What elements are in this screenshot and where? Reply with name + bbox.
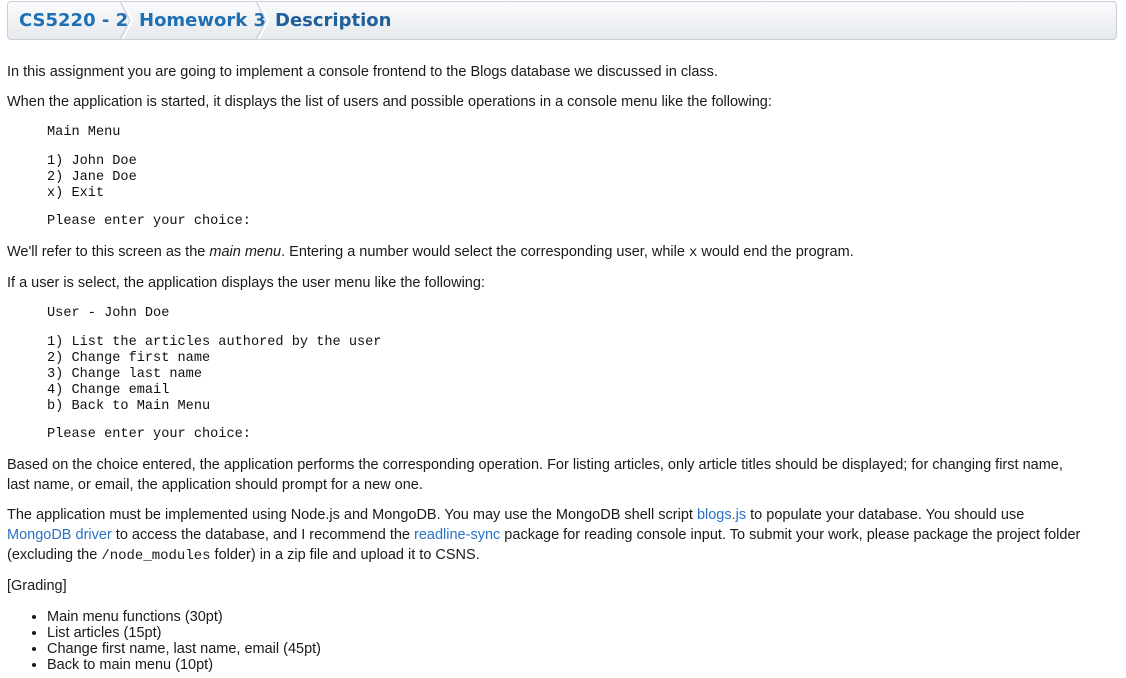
breadcrumb-current: Description [275, 10, 392, 31]
intro-paragraph: In this assignment you are going to impl… [7, 64, 718, 80]
user-menu-item: b) Back to Main Menu [47, 399, 211, 414]
refer-text: . Entering a number would select the cor… [281, 244, 689, 260]
implementation-paragraph: The application must be implemented usin… [7, 505, 1119, 566]
user-menu-item: 1) List the articles authored by the use… [47, 335, 382, 350]
breadcrumb-assignment-link[interactable]: Homework 3 [139, 2, 266, 39]
refer-text: We'll refer to this screen as the [7, 244, 210, 260]
readline-sync-link[interactable]: readline-sync [414, 527, 500, 543]
impl-text: to access the database, and I recommend … [111, 527, 415, 543]
implementation-line: MongoDB driver to access the database, a… [7, 525, 1119, 545]
implementation-line: The application must be implemented usin… [7, 505, 1119, 525]
user-menu-item: 4) Change email [47, 383, 170, 398]
user-select-paragraph: If a user is select, the application dis… [7, 275, 485, 291]
blogs-js-link[interactable]: blogs.js [697, 507, 746, 523]
breadcrumb-separator-icon [120, 2, 134, 39]
breadcrumb: CS5220 - 2 Homework 3 Description [7, 1, 1117, 40]
node-modules-code: /node_modules [101, 548, 211, 564]
refer-paragraph: We'll refer to this screen as the main m… [7, 242, 1119, 263]
started-paragraph: When the application is started, it disp… [7, 94, 772, 110]
main-menu-prompt: Please enter your choice: [47, 214, 251, 229]
grading-heading: [Grading] [7, 578, 67, 594]
user-menu-item: 3) Change last name [47, 367, 202, 382]
breadcrumb-separator-icon [256, 2, 270, 39]
grading-list: Main menu functions (30pt) List articles… [27, 609, 321, 673]
impl-text: folder) in a zip file and upload it to C… [210, 547, 480, 563]
implementation-line: (excluding the /node_modules folder) in … [7, 545, 1119, 566]
mongodb-driver-link[interactable]: MongoDB driver [7, 527, 112, 543]
main-menu-item: 1) John Doe [47, 154, 137, 169]
grading-item: Main menu functions (30pt) [47, 609, 321, 625]
grading-item: List articles (15pt) [47, 625, 321, 641]
user-menu-item: 2) Change first name [47, 351, 211, 366]
breadcrumb-course-link[interactable]: CS5220 - 2 [19, 2, 128, 39]
operations-line: last name, or email, the application sho… [7, 477, 423, 493]
grading-item: Back to main menu (10pt) [47, 657, 321, 673]
refer-text: would end the program. [697, 244, 854, 260]
grading-item: Change first name, last name, email (45p… [47, 641, 321, 657]
user-menu-title: User - John Doe [47, 306, 170, 321]
main-menu-title: Main Menu [47, 125, 121, 140]
impl-text: The application must be implemented usin… [7, 507, 697, 523]
operations-line: Based on the choice entered, the applica… [7, 457, 1063, 473]
impl-text: (excluding the [7, 547, 102, 563]
user-menu-prompt: Please enter your choice: [47, 427, 251, 442]
impl-text: to populate your database. You should us… [746, 507, 1025, 523]
impl-text: package for reading console input. To su… [500, 527, 1081, 543]
main-menu-item: x) Exit [47, 186, 105, 201]
refer-emphasis: main menu [209, 244, 282, 260]
main-menu-item: 2) Jane Doe [47, 170, 137, 185]
operations-paragraph: Based on the choice entered, the applica… [7, 455, 1119, 495]
